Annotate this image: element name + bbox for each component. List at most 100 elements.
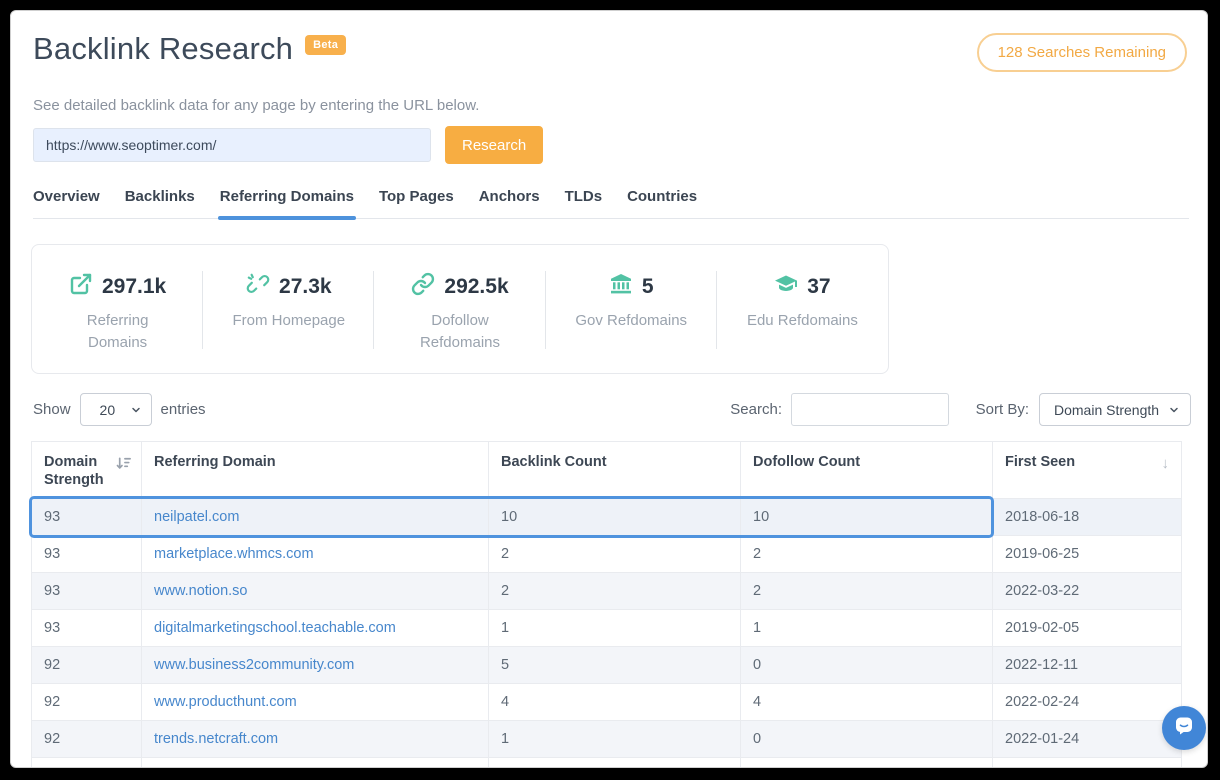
cell-first-seen: 2019-02-05 (993, 610, 1182, 647)
cell-referring-domain: www.producthunt.com (142, 684, 489, 721)
cell-backlink-count: 2 (489, 573, 741, 610)
broken-link-icon (246, 272, 270, 301)
col-header-domain-strength[interactable]: Domain Strength (32, 442, 142, 499)
cell-dofollow-count: 2 (741, 573, 993, 610)
tab-countries[interactable]: Countries (627, 188, 697, 218)
sort-amount-icon (115, 455, 132, 472)
tab-referring-domains[interactable]: Referring Domains (220, 188, 354, 218)
search-input[interactable] (791, 393, 949, 426)
table-row[interactable]: 92trends.netcraft.com102022-01-24 (32, 721, 1182, 758)
arrow-down-icon: ↓ (1162, 455, 1170, 473)
col-header-first-seen[interactable]: First Seen ↓ (993, 442, 1182, 499)
stat-value: 5 (642, 275, 654, 299)
search-label: Search: (730, 401, 782, 418)
cell-domain-strength: 93 (32, 536, 142, 573)
external-link-icon (69, 272, 93, 301)
chat-widget-button[interactable] (1162, 706, 1206, 750)
title-row: Backlink Research Beta (33, 31, 346, 67)
stat-value: 292.5k (444, 275, 508, 299)
cell-dofollow-count: 10 (741, 499, 993, 536)
col-header-referring-domain[interactable]: Referring Domain (142, 442, 489, 499)
cell-first-seen: 2019-06-25 (993, 536, 1182, 573)
show-label: Show (33, 401, 71, 418)
stat-referring-domains: 297.1k Referring Domains (32, 245, 203, 373)
referring-domain-link[interactable]: digitalmarketingschool.teachable.com (154, 620, 396, 636)
cell-first-seen: 2022-03-22 (993, 573, 1182, 610)
cell-referring-domain: marketplace.whmcs.com (142, 536, 489, 573)
col-header-dofollow-count[interactable]: Dofollow Count (741, 442, 993, 499)
cell-referring-domain: www.business2community.com (142, 647, 489, 684)
research-button[interactable]: Research (445, 126, 543, 164)
table-row[interactable]: 93neilpatel.com10102018-06-18 (32, 499, 1182, 536)
backlink-research-page: Backlink Research Beta 128 Searches Rema… (10, 10, 1208, 768)
cell-first-seen: 2018-06-18 (993, 499, 1182, 536)
url-row: Research (33, 126, 543, 164)
cell-domain-strength: 92 (32, 684, 142, 721)
graduation-cap-icon (774, 272, 798, 301)
bank-icon (609, 272, 633, 301)
page-title: Backlink Research (33, 31, 293, 67)
tab-top-pages[interactable]: Top Pages (379, 188, 454, 218)
cell-domain-strength: 93 (32, 573, 142, 610)
show-entries-group: Show 20 entries (33, 393, 206, 426)
page-subtitle: See detailed backlink data for any page … (33, 97, 479, 114)
stat-label: Edu Refdomains (742, 310, 862, 332)
stat-label: Referring Domains (58, 310, 178, 354)
search-group: Search: (730, 393, 949, 426)
referring-domains-table: Domain Strength Referring Domain Backlin… (31, 441, 1181, 768)
cell-first-seen: 2022-02-24 (993, 684, 1182, 721)
entries-label: entries (161, 401, 206, 418)
url-input[interactable] (33, 128, 431, 162)
cell-backlink-count: 1 (489, 721, 741, 758)
cell-backlink-count: 4 (489, 684, 741, 721)
table-row[interactable]: 93marketplace.whmcs.com222019-06-25 (32, 536, 1182, 573)
cell-domain-strength: 92 (32, 721, 142, 758)
entries-select[interactable]: 20 (80, 393, 152, 426)
link-icon (411, 272, 435, 301)
tab-bar: Overview Backlinks Referring Domains Top Pa… (33, 188, 1189, 219)
sort-select[interactable]: Domain Strength (1039, 393, 1191, 426)
cell-backlink-count: 2 (489, 536, 741, 573)
cell-referring-domain: trends.netcraft.com (142, 721, 489, 758)
referring-domain-link[interactable]: neilpatel.com (154, 509, 239, 525)
referring-domain-link[interactable]: www.business2community.com (154, 657, 354, 673)
stat-label: From Homepage (229, 310, 349, 332)
col-header-backlink-count[interactable]: Backlink Count (489, 442, 741, 499)
cell-dofollow-count: 0 (741, 647, 993, 684)
sort-by-label: Sort By: (976, 401, 1029, 418)
tab-anchors[interactable]: Anchors (479, 188, 540, 218)
table-row[interactable]: 92www.business2community.com502022-12-11 (32, 647, 1182, 684)
stat-gov-refdomains: 5 Gov Refdomains (546, 245, 717, 373)
referring-domain-link[interactable]: www.notion.so (154, 583, 248, 599)
cell-referring-domain: neilpatel.com (142, 499, 489, 536)
table-controls: Show 20 entries Search: Sort By: Domain … (31, 393, 1191, 427)
searches-remaining-pill[interactable]: 128 Searches Remaining (977, 33, 1187, 72)
stat-value: 297.1k (102, 275, 166, 299)
referring-domain-link[interactable]: trends.netcraft.com (154, 731, 278, 747)
chat-bubble-icon (1172, 714, 1196, 743)
stat-label: Gov Refdomains (571, 310, 691, 332)
table-row[interactable]: 93digitalmarketingschool.teachable.com11… (32, 610, 1182, 647)
cell-backlink-count: 10 (489, 499, 741, 536)
stat-edu-refdomains: 37 Edu Refdomains (717, 245, 888, 373)
cell-referring-domain: digitalmarketingschool.teachable.com (142, 610, 489, 647)
entries-select-value: 20 (100, 402, 116, 418)
table-row-partial (32, 758, 1182, 769)
referring-domain-link[interactable]: www.producthunt.com (154, 694, 297, 710)
cell-dofollow-count: 4 (741, 684, 993, 721)
tab-tlds[interactable]: TLDs (565, 188, 603, 218)
stat-value: 37 (807, 275, 830, 299)
cell-domain-strength: 92 (32, 647, 142, 684)
chevron-down-icon (130, 404, 142, 416)
cell-domain-strength: 93 (32, 499, 142, 536)
cell-referring-domain: www.notion.so (142, 573, 489, 610)
table-row[interactable]: 93www.notion.so222022-03-22 (32, 573, 1182, 610)
cell-domain-strength: 93 (32, 610, 142, 647)
referring-domain-link[interactable]: marketplace.whmcs.com (154, 546, 314, 562)
stat-value: 27.3k (279, 275, 332, 299)
tab-backlinks[interactable]: Backlinks (125, 188, 195, 218)
tab-overview[interactable]: Overview (33, 188, 100, 218)
table-row[interactable]: 92www.producthunt.com442022-02-24 (32, 684, 1182, 721)
beta-badge: Beta (305, 35, 346, 55)
cell-dofollow-count: 0 (741, 721, 993, 758)
